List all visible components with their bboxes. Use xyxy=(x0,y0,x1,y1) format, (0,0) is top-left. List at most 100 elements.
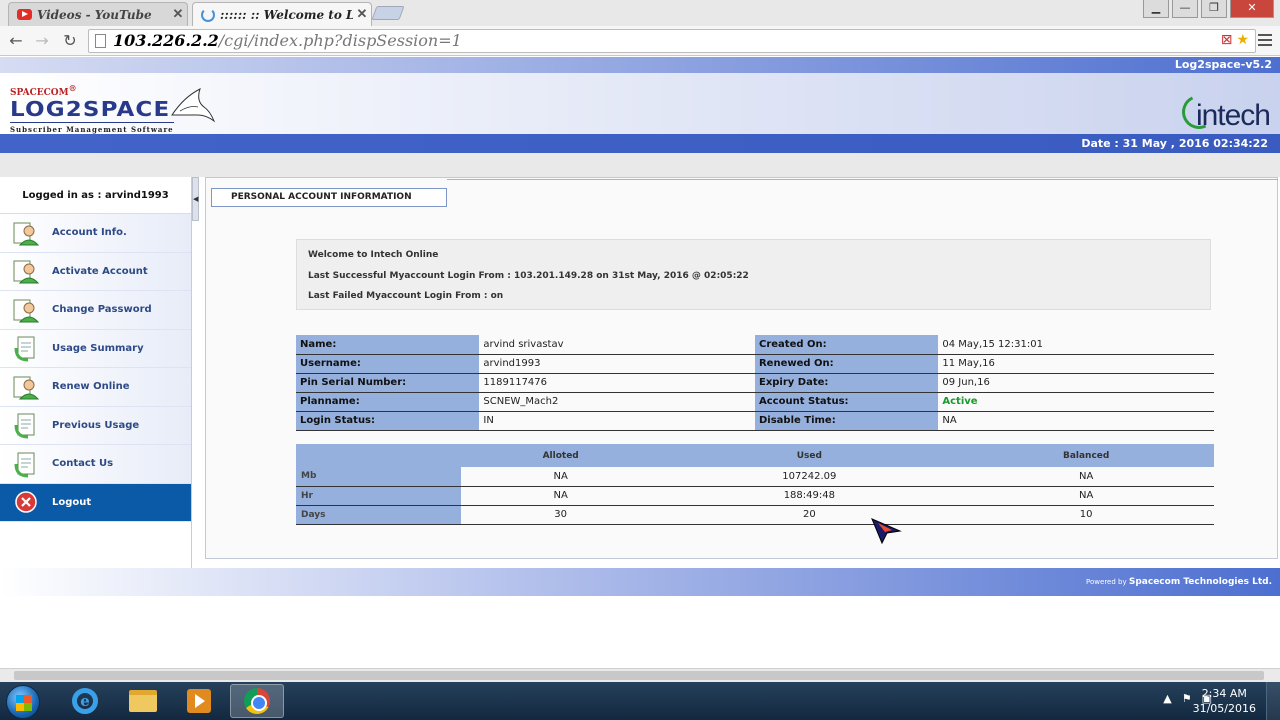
start-button[interactable] xyxy=(6,685,40,719)
username-label: Username: xyxy=(296,354,480,374)
taskbar-chrome[interactable] xyxy=(230,684,284,718)
account-status-value: Active xyxy=(938,392,1214,412)
planname-label: Planname: xyxy=(296,392,480,412)
close-window-button[interactable]: ✕ xyxy=(1230,0,1274,18)
usage-table: Alloted Used Balanced Mb NA 107242.09 NA… xyxy=(296,444,1214,525)
user-icon xyxy=(0,368,52,406)
chrome-icon xyxy=(244,688,270,714)
login-status-label: Login Status: xyxy=(296,411,480,431)
scrollbar-thumb[interactable] xyxy=(14,671,1264,680)
clock-date: 31/05/2016 xyxy=(1192,702,1256,715)
loading-icon xyxy=(201,7,215,22)
user-icon xyxy=(0,291,52,329)
table-row: Username: arvind1993 Renewed On: 11 May,… xyxy=(296,354,1214,374)
disable-time-value: NA xyxy=(938,411,1214,431)
taskbar-internet-explorer[interactable]: e xyxy=(58,684,112,718)
pin-serial-value: 1189117476 xyxy=(479,373,755,393)
mb-alloted: NA xyxy=(461,467,661,487)
expiry-date-label: Expiry Date: xyxy=(754,373,939,393)
days-alloted: 30 xyxy=(461,505,661,525)
renewed-on-label: Renewed On: xyxy=(754,354,939,374)
sidebar-item-account-info[interactable]: Account Info. xyxy=(0,214,191,253)
table-row: Days 30 20 10 xyxy=(296,505,1214,525)
log2space-logo[interactable]: SPACECOM® LOG2SPACE Subscriber Managemen… xyxy=(10,83,216,134)
menu-icon[interactable] xyxy=(1258,32,1272,48)
address-bar-icons: ⊠ ★ xyxy=(1221,32,1249,48)
show-hidden-icons-icon[interactable]: ▲ xyxy=(1163,692,1171,705)
powered-by-label: Powered by xyxy=(1086,578,1127,586)
horizontal-scrollbar[interactable] xyxy=(0,668,1280,682)
document-icon xyxy=(0,445,52,483)
sidebar-item-renew-online[interactable]: Renew Online xyxy=(0,368,191,407)
tab-welcome-close-icon[interactable]: ✕ xyxy=(353,7,371,22)
row-label-mb: Mb xyxy=(296,467,461,487)
welcome-title: Welcome to Intech Online xyxy=(308,250,439,260)
address-bar[interactable]: 103.226.2.2/cgi/index.php?dispSession=1 … xyxy=(88,29,1256,53)
renewed-on-value: 11 May,16 xyxy=(938,354,1214,374)
table-row: Pin Serial Number: 1189117476 Expiry Dat… xyxy=(296,373,1214,393)
browser-titlebar: Videos - YouTube ✕ :::::: :: Welcome to … xyxy=(0,0,1280,26)
sidebar-collapse-handle[interactable]: ◀ xyxy=(192,177,199,221)
tab-welcome[interactable]: :::::: :: Welcome to LoC ✕ xyxy=(192,2,372,26)
logo-tagline: Subscriber Management Software xyxy=(10,122,174,134)
windows-taskbar: e ▲ ⚑ ▣ 2:34 AM 31/05/2016 xyxy=(0,682,1280,720)
date-bar: Date : 31 May , 2016 02:34:22 xyxy=(0,134,1280,153)
expiry-date-value: 09 Jun,16 xyxy=(938,373,1214,393)
mb-balanced: NA xyxy=(958,467,1214,487)
url-text[interactable]: 103.226.2.2/cgi/index.php?dispSession=1 xyxy=(113,31,462,50)
version-label: Log2space-v5.2 xyxy=(1174,58,1272,71)
clock-time: 2:34 AM xyxy=(1201,687,1247,700)
back-button[interactable]: ← xyxy=(6,31,26,51)
row-label-hr: Hr xyxy=(296,486,461,506)
sidebar-item-label: Renew Online xyxy=(52,381,130,393)
taskbar-media-player[interactable] xyxy=(172,684,226,718)
sidebar-item-change-password[interactable]: Change Password xyxy=(0,291,191,330)
system-clock[interactable]: 2:34 AM 31/05/2016 xyxy=(1193,686,1256,716)
planname-value: SCNEW_Mach2 xyxy=(479,392,755,412)
sidebar-item-contact-us[interactable]: Contact Us xyxy=(0,445,191,484)
intech-logo: intech xyxy=(1195,99,1271,132)
minimize-button[interactable]: — xyxy=(1172,0,1198,18)
new-tab-button[interactable] xyxy=(371,6,405,20)
action-center-icon[interactable]: ⚑ xyxy=(1182,692,1192,705)
sidebar-item-previous-usage[interactable]: Previous Usage xyxy=(0,406,191,445)
spacer-bar xyxy=(0,153,1280,177)
forward-button[interactable]: → xyxy=(32,31,52,51)
user-icon xyxy=(0,252,52,290)
table-row: Planname: SCNEW_Mach2 Account Status: Ac… xyxy=(296,392,1214,412)
account-info-table: Name: arvind srivastav Created On: 04 Ma… xyxy=(296,335,1214,431)
internet-explorer-icon: e xyxy=(72,688,98,714)
tab-youtube-title: Videos - YouTube xyxy=(37,7,152,22)
web-page: Log2space-v5.2 SPACECOM® LOG2SPACE Subsc… xyxy=(0,57,1280,682)
main-panel: PERSONAL ACCOUNT INFORMATION Welcome to … xyxy=(205,177,1278,559)
people-icon[interactable]: ▁ xyxy=(1143,0,1169,18)
sidebar-item-activate-account[interactable]: Activate Account xyxy=(0,252,191,291)
browser-toolbar: ← → ↻ 103.226.2.2/cgi/index.php?dispSess… xyxy=(0,26,1280,56)
hr-balanced: NA xyxy=(958,486,1214,506)
youtube-icon xyxy=(17,9,32,20)
bookmark-star-icon[interactable]: ★ xyxy=(1236,32,1249,48)
reload-button[interactable]: ↻ xyxy=(60,31,80,51)
site-header: Log2space-v5.2 SPACECOM® LOG2SPACE Subsc… xyxy=(0,57,1280,134)
tab-youtube[interactable]: Videos - YouTube ✕ xyxy=(8,2,188,26)
sidebar-item-logout[interactable]: Logout xyxy=(0,483,191,522)
logo-company: SPACECOM® xyxy=(10,83,77,98)
table-row: Hr NA 188:49:48 NA xyxy=(296,486,1214,506)
welcome-box: Welcome to Intech Online Last Successful… xyxy=(296,239,1211,310)
user-icon xyxy=(0,214,52,252)
show-desktop-button[interactable] xyxy=(1266,682,1280,720)
sidebar-item-usage-summary[interactable]: Usage Summary xyxy=(0,329,191,368)
restore-button[interactable]: ❐ xyxy=(1201,0,1227,18)
tab-personal-account-info[interactable]: PERSONAL ACCOUNT INFORMATION xyxy=(211,188,447,207)
account-status-label: Account Status: xyxy=(754,392,939,412)
hr-alloted: NA xyxy=(461,486,661,506)
blocked-popup-icon[interactable]: ⊠ xyxy=(1221,32,1233,48)
created-on-label: Created On: xyxy=(754,335,939,355)
hr-used: 188:49:48 xyxy=(660,486,959,506)
name-value: arvind srivastav xyxy=(479,335,755,355)
table-row: Name: arvind srivastav Created On: 04 Ma… xyxy=(296,335,1214,355)
sidebar: Logged in as : arvind1993 Account Info. … xyxy=(0,177,192,568)
taskbar-file-explorer[interactable] xyxy=(116,684,170,718)
tab-youtube-close-icon[interactable]: ✕ xyxy=(169,7,187,22)
sidebar-item-label: Activate Account xyxy=(52,265,148,277)
